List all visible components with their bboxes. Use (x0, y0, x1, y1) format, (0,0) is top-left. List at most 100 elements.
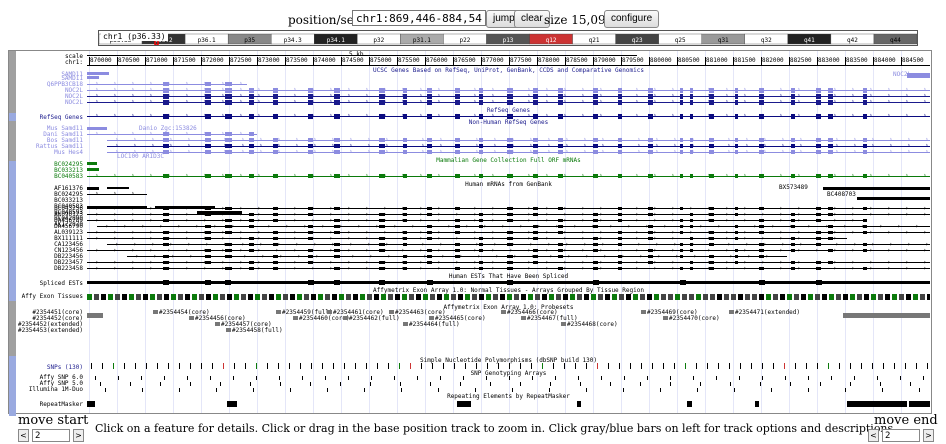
genome-browser-image[interactable]: scale chr1: SAMD11 SAMD11 Q6PPB3CB18 NOC2L NOC… (8, 50, 932, 417)
snp-marker[interactable] (751, 363, 752, 369)
gene-exon[interactable] (533, 213, 538, 216)
gene-exon[interactable] (735, 231, 738, 234)
snp-marker[interactable] (201, 363, 202, 369)
gene-exon[interactable] (791, 144, 795, 148)
gene-exon[interactable] (791, 88, 795, 93)
gene-exon[interactable] (163, 231, 169, 234)
genotyping-marker[interactable] (190, 382, 191, 386)
gene-exon[interactable] (816, 150, 821, 154)
snp-marker[interactable] (267, 363, 268, 369)
feature-block[interactable] (163, 280, 169, 285)
gene-exon[interactable] (249, 213, 254, 216)
snp-marker[interactable] (674, 363, 675, 369)
gene-exon[interactable] (828, 213, 833, 216)
gene-exon[interactable] (863, 219, 867, 222)
affy-tissue-cell[interactable] (724, 294, 729, 300)
genotyping-marker[interactable] (118, 376, 119, 380)
gene-exon[interactable] (87, 72, 109, 75)
gene-exon[interactable] (455, 207, 460, 210)
snp-marker[interactable] (927, 363, 928, 369)
affy-tissue-cell[interactable] (465, 294, 470, 300)
track-sidebar-button[interactable] (9, 121, 16, 162)
gene-exon[interactable] (558, 100, 563, 105)
genotyping-marker[interactable] (210, 376, 211, 380)
gene-exon[interactable] (479, 94, 483, 99)
gene-exon[interactable] (680, 243, 683, 246)
snp-marker[interactable] (718, 363, 719, 369)
affy-tissue-cell[interactable] (136, 294, 141, 300)
gene-exon[interactable] (759, 255, 764, 258)
affy-tissue-cell[interactable] (682, 294, 687, 300)
snp-marker[interactable] (520, 363, 521, 369)
affy-tissue-cell[interactable] (584, 294, 589, 300)
feature-block[interactable] (823, 187, 930, 190)
affy-tissue-cell[interactable] (745, 294, 750, 300)
affy-tissue-cell[interactable] (899, 294, 904, 300)
gene-exon[interactable] (593, 100, 598, 105)
genotyping-marker[interactable] (693, 376, 694, 380)
affy-tissue-cell[interactable] (633, 294, 638, 300)
gene-exon[interactable] (163, 174, 169, 178)
gene-exon[interactable] (690, 243, 693, 246)
feature-block[interactable] (857, 197, 930, 200)
gene-exon[interactable] (507, 174, 513, 178)
genotyping-marker[interactable] (302, 376, 303, 380)
gene-exon[interactable] (816, 174, 821, 178)
spliced-est-label[interactable]: Spliced ESTs (40, 280, 83, 287)
snp-marker[interactable] (652, 363, 653, 369)
gene-exon[interactable] (249, 94, 254, 99)
affy-tissue-cell[interactable] (374, 294, 379, 300)
gene-exon[interactable] (225, 82, 232, 86)
genotyping-marker[interactable] (586, 388, 587, 392)
gene-exon[interactable] (403, 100, 407, 105)
snp-marker[interactable] (355, 363, 356, 369)
move-start-input[interactable] (32, 429, 70, 442)
affy-tissue-cell[interactable] (794, 294, 799, 300)
genotyping-marker[interactable] (105, 388, 106, 392)
repeat-block[interactable] (577, 401, 581, 407)
gene-exon[interactable] (427, 249, 432, 252)
affy-tissue-cell[interactable] (402, 294, 407, 300)
probeset-block[interactable] (189, 316, 194, 320)
gene-exon[interactable] (507, 237, 513, 240)
gene-exon[interactable] (690, 261, 693, 264)
affy-tissue-cell[interactable] (185, 294, 190, 300)
gene-exon[interactable] (225, 267, 232, 270)
gene-exon[interactable] (163, 243, 169, 246)
gene-exon[interactable] (680, 255, 683, 258)
gene-exon[interactable] (735, 255, 738, 258)
genotyping-marker[interactable] (923, 376, 924, 380)
genotyping-marker[interactable] (370, 382, 371, 386)
affy-tissue-cell[interactable] (591, 294, 596, 300)
gene-exon[interactable] (249, 249, 254, 252)
affy-tissue-cell[interactable] (388, 294, 393, 300)
affy-tissue-cell[interactable] (94, 294, 99, 300)
snp-marker[interactable] (531, 363, 532, 369)
gene-exon[interactable] (533, 88, 538, 93)
gene-exon[interactable] (403, 255, 407, 258)
snp-marker[interactable] (905, 363, 906, 369)
genotyping-marker[interactable] (550, 382, 551, 386)
affy-tissue-cell[interactable] (472, 294, 477, 300)
genotyping-marker[interactable] (348, 376, 349, 380)
gene-exon[interactable] (225, 94, 232, 99)
gene-exon[interactable] (558, 243, 563, 246)
move-end-left-arrow-icon[interactable]: < (868, 429, 879, 442)
move-start-left-arrow-icon[interactable]: < (18, 429, 29, 442)
genotyping-marker[interactable] (430, 382, 431, 386)
gene-exon[interactable] (680, 94, 683, 99)
snp-marker[interactable] (586, 363, 587, 369)
affy-tissue-cell[interactable] (773, 294, 778, 300)
snp-marker[interactable] (388, 363, 389, 369)
snp-marker[interactable] (245, 363, 246, 369)
gene-exon[interactable] (273, 267, 278, 270)
gene-exon[interactable] (709, 231, 714, 234)
probeset-block[interactable] (561, 322, 566, 326)
gene-exon[interactable] (863, 243, 867, 246)
gene-exon[interactable] (828, 237, 833, 240)
gene-exon[interactable] (403, 219, 407, 222)
gene-exon[interactable] (709, 174, 714, 178)
affy-tissue-cell[interactable] (801, 294, 806, 300)
gene-exon[interactable] (759, 267, 764, 270)
human-mrna-right-label[interactable]: BX573489 (779, 184, 808, 191)
